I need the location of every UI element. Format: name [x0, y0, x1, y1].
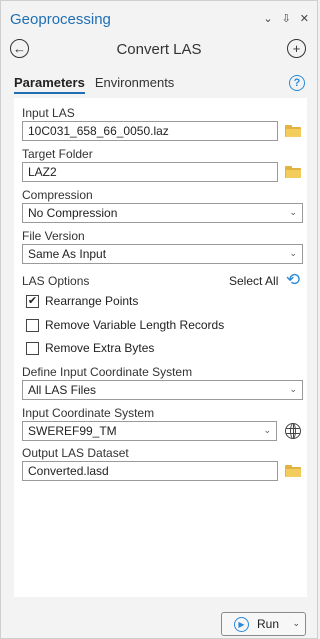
run-button[interactable]: ▶ Run ⌄ [221, 612, 306, 636]
select-all-link[interactable]: Select All [229, 274, 278, 288]
target-folder-field[interactable]: LAZ2 [22, 162, 278, 182]
output-folder-icon[interactable] [285, 465, 301, 477]
chevron-down-icon: ⌄ [289, 248, 297, 258]
input-cs-label: Input Coordinate System [22, 406, 155, 420]
input-cs-select[interactable]: SWEREF99_TM ⌄ [22, 421, 277, 441]
pane-title: Geoprocessing [10, 11, 111, 28]
target-folder-label: Target Folder [22, 147, 93, 161]
checkbox-label: Remove Variable Length Records [45, 318, 225, 332]
output-las-dataset-field[interactable]: Converted.lasd [22, 461, 278, 481]
target-folder-folder-icon[interactable] [285, 166, 301, 178]
input-cs-value: SWEREF99_TM [28, 424, 117, 438]
chevron-down-icon: ⌄ [289, 384, 297, 394]
chevron-down-icon: ⌄ [289, 207, 297, 217]
geoprocessing-pane: Geoprocessing ⌄ ⇩ ✕ ← Convert LAS + Para… [0, 0, 318, 639]
checkbox-unchecked[interactable] [26, 341, 39, 355]
chevron-down-icon[interactable]: ⌄ [292, 618, 300, 629]
pin-icon[interactable]: ⇩ [282, 12, 291, 25]
window-controls: ⌄ ⇩ ✕ [263, 12, 309, 25]
define-input-cs-value: All LAS Files [28, 383, 97, 397]
input-las-label: Input LAS [22, 106, 75, 120]
input-las-field[interactable]: 10C031_658_66_0050.laz [22, 121, 278, 141]
compression-select[interactable]: No Compression ⌄ [22, 203, 303, 223]
globe-icon[interactable] [285, 423, 301, 439]
compression-value: No Compression [28, 206, 118, 220]
play-icon: ▶ [234, 616, 249, 632]
checkbox-label: Remove Extra Bytes [45, 341, 155, 355]
tab-environments[interactable]: Environments [95, 75, 174, 94]
checkbox-unchecked[interactable] [26, 318, 39, 332]
close-icon[interactable]: ✕ [300, 12, 309, 25]
input-las-folder-icon[interactable] [285, 125, 301, 137]
run-label: Run [257, 617, 280, 631]
checkbox-label: Rearrange Points [45, 294, 139, 308]
las-option-rearrange-points[interactable]: ✔ Rearrange Points [26, 294, 138, 308]
parameters-form: Input LAS 10C031_658_66_0050.laz Target … [14, 98, 307, 597]
compression-label: Compression [22, 188, 93, 202]
pane-titlebar: Geoprocessing ⌄ ⇩ ✕ [1, 1, 317, 35]
options-dropdown-icon[interactable]: ⌄ [263, 12, 272, 25]
las-option-remove-vlr[interactable]: Remove Variable Length Records [26, 318, 224, 332]
checkbox-checked[interactable]: ✔ [26, 294, 39, 308]
file-version-select[interactable]: Same As Input ⌄ [22, 244, 303, 264]
tool-nav: ← Convert LAS + [1, 37, 317, 63]
tool-tabs: Parameters Environments [14, 75, 174, 94]
las-option-remove-extra-bytes[interactable]: Remove Extra Bytes [26, 341, 154, 355]
las-options-label: LAS Options [22, 274, 90, 288]
reset-icon[interactable]: ⟲ [284, 271, 302, 289]
tab-parameters[interactable]: Parameters [14, 75, 85, 94]
add-button[interactable]: + [287, 39, 306, 58]
define-input-cs-label: Define Input Coordinate System [22, 365, 193, 379]
output-las-dataset-label: Output LAS Dataset [22, 446, 129, 460]
tool-title: Convert LAS [116, 41, 202, 58]
chevron-down-icon: ⌄ [263, 425, 271, 435]
define-input-cs-select[interactable]: All LAS Files ⌄ [22, 380, 303, 400]
file-version-value: Same As Input [28, 247, 107, 261]
help-icon[interactable]: ? [289, 75, 305, 91]
file-version-label: File Version [22, 229, 85, 243]
plus-icon: + [292, 41, 301, 56]
